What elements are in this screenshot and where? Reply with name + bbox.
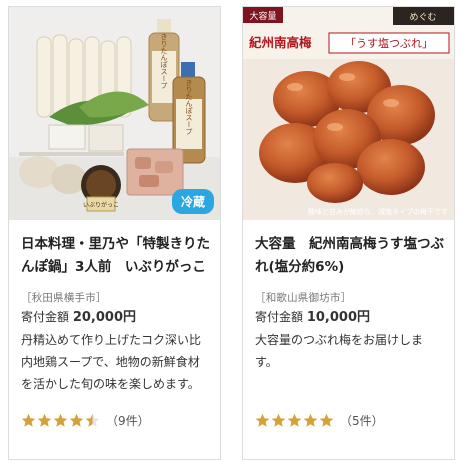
star-icon: [37, 413, 52, 427]
product-card-umeboshi[interactable]: 大容量 めぐむ 紀州南高梅 「うす塩つぶれ」 酸味と甘みが絶妙な、減塩タイプの梅…: [242, 6, 455, 460]
product-price: 寄付金額 10,000円: [255, 306, 370, 325]
review-count: （5件）: [340, 414, 384, 428]
review-count: （9件）: [106, 414, 150, 428]
svg-text:酸味と甘みが絶妙な、減塩タイプの梅干です: 酸味と甘みが絶妙な、減塩タイプの梅干です: [308, 207, 448, 216]
star-icon: [85, 413, 100, 427]
price-label: 寄付金額: [255, 310, 304, 324]
product-title[interactable]: 日本料理・里乃や「特製きりたんぽ鍋」3人前 いぶりがっこ: [21, 233, 210, 279]
star-icon: [255, 413, 270, 427]
svg-text:大容量: 大容量: [249, 10, 276, 22]
product-description: 大容量のつぶれ梅をお届けします。: [255, 333, 424, 369]
star-icon: [69, 413, 84, 427]
price-value: 10,000円: [306, 310, 371, 325]
svg-text:紀州南高梅: 紀州南高梅: [249, 35, 312, 50]
star-rating: （9件）: [21, 412, 150, 429]
star-icon: [319, 413, 334, 427]
price-value: 20,000円: [72, 310, 137, 325]
svg-text:「うす塩つぶれ」: 「うす塩つぶれ」: [345, 36, 433, 50]
svg-text:きりたんぽスープ: きりたんぽスープ: [160, 33, 168, 89]
star-icon: [21, 413, 36, 427]
product-price: 寄付金額 20,000円: [21, 306, 136, 325]
product-region: ［和歌山県御坊市］: [255, 292, 352, 304]
refrigerated-badge: 冷蔵: [171, 189, 214, 214]
product-region: ［秋田県横手市］: [21, 292, 107, 304]
product-description: 丹精込めて作り上げたコク深い比内地鶏スープで、地物の新鮮食材を活かした旬の味を楽…: [21, 333, 202, 391]
product-card-kiritanpo[interactable]: きりたんぽスープ きりたんぽスープ いぶりがっこ 冷蔵 日本料理・里乃や「特製き…: [8, 6, 221, 460]
star-icon: [303, 413, 318, 427]
product-image-umeboshi[interactable]: 大容量 めぐむ 紀州南高梅 「うす塩つぶれ」 酸味と甘みが絶妙な、減塩タイプの梅…: [243, 7, 454, 220]
svg-text:きりたんぽスープ: きりたんぽスープ: [185, 79, 193, 135]
svg-text:いぶりがっこ: いぶりがっこ: [83, 201, 119, 209]
star-icon: [271, 413, 286, 427]
star-rating: （5件）: [255, 412, 384, 429]
product-title[interactable]: 大容量 紀州南高梅うす塩つぶれ(塩分約6%): [255, 233, 444, 279]
svg-text:めぐむ: めぐむ: [409, 12, 436, 23]
star-icon: [53, 413, 68, 427]
price-label: 寄付金額: [21, 310, 70, 324]
product-image-kiritanpo[interactable]: きりたんぽスープ きりたんぽスープ いぶりがっこ 冷蔵: [9, 7, 220, 220]
star-icon: [287, 413, 302, 427]
